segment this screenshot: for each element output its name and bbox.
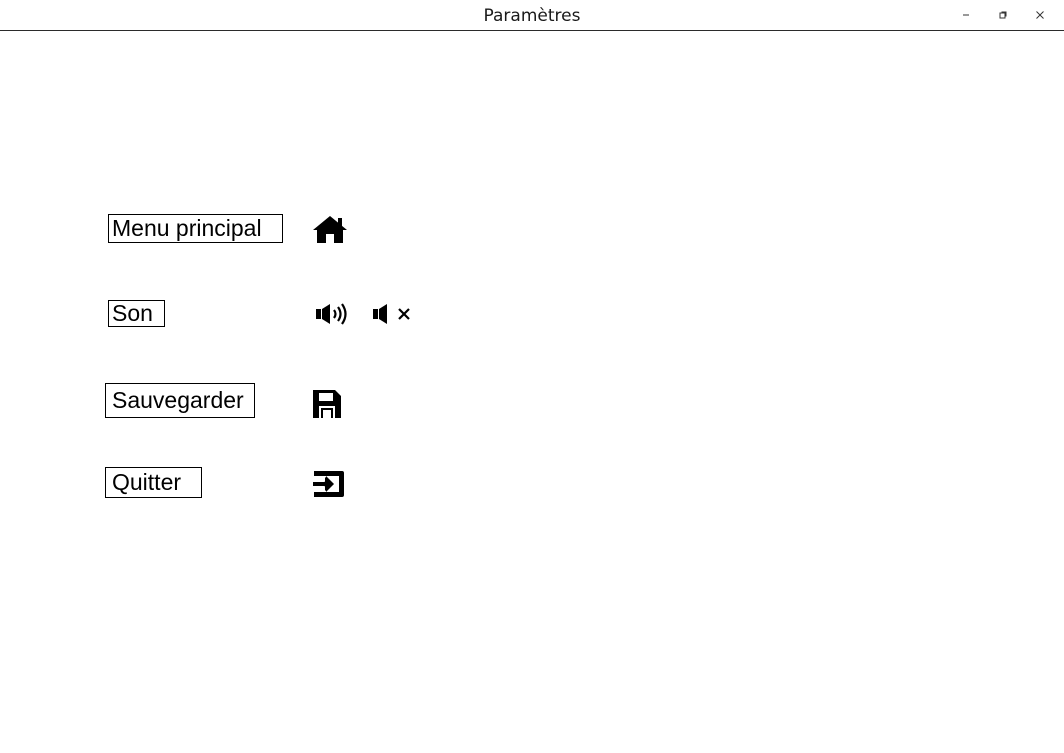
main-menu-button[interactable]: Menu principal <box>108 214 283 243</box>
restore-icon <box>998 10 1008 20</box>
save-label: Sauvegarder <box>112 387 244 413</box>
quit-button[interactable]: Quitter <box>105 467 202 498</box>
close-icon <box>1035 10 1045 20</box>
restore-button[interactable] <box>990 4 1016 26</box>
sound-button[interactable]: Son <box>108 300 165 327</box>
quit-label: Quitter <box>112 469 182 495</box>
main-menu-label: Menu principal <box>112 215 262 241</box>
close-button[interactable] <box>1027 4 1053 26</box>
sound-label: Son <box>112 300 153 326</box>
settings-window: Paramètres Menu principal Son Sauvegarde… <box>0 0 1064 753</box>
title-bar: Paramètres <box>0 0 1064 31</box>
sound-off-icon[interactable] <box>373 303 413 325</box>
sound-on-icon[interactable] <box>316 302 353 326</box>
minimize-icon <box>961 10 971 20</box>
save-button[interactable]: Sauvegarder <box>105 383 255 418</box>
home-icon[interactable] <box>312 214 348 244</box>
exit-icon[interactable] <box>312 467 346 501</box>
window-title: Paramètres <box>483 6 581 26</box>
minimize-button[interactable] <box>953 4 979 26</box>
save-icon[interactable] <box>312 389 342 419</box>
